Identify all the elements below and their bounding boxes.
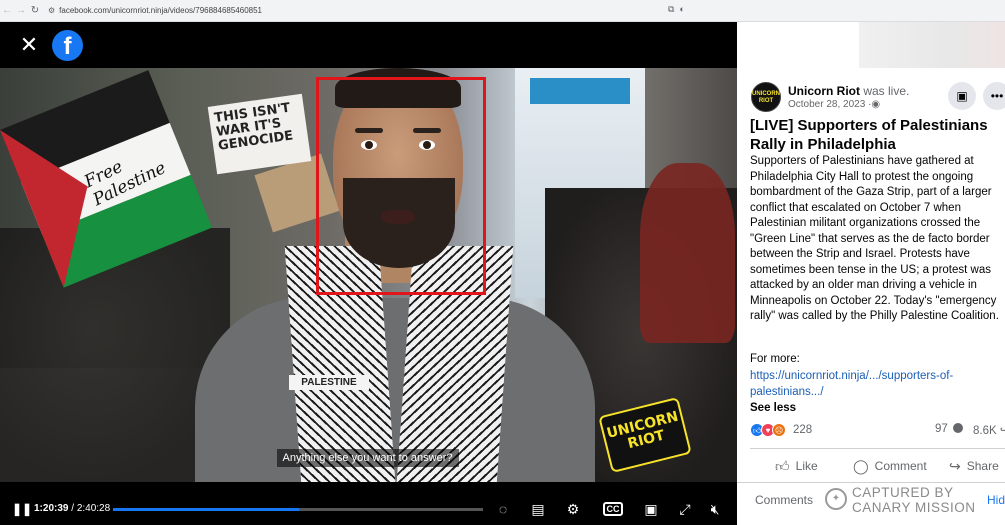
post-title: [LIVE] Supporters of Palestinians Rally … xyxy=(750,117,988,153)
more-options-icon[interactable]: ••• xyxy=(983,82,1005,110)
comment-count-value: 97 xyxy=(935,423,948,435)
forward-icon[interactable]: → xyxy=(14,5,28,16)
closed-captions-button[interactable]: CC xyxy=(603,502,623,516)
avatar-text-1: UNICORN xyxy=(752,91,780,97)
blurred-header-area xyxy=(859,22,1005,68)
picture-in-picture-icon[interactable]: ▣ xyxy=(640,498,662,520)
for-more-label: For more: xyxy=(750,353,800,365)
comment-button[interactable]: ◯ Comment xyxy=(853,458,927,475)
caption-text: Anything else you want to answer? xyxy=(276,449,459,467)
facebook-logo-icon[interactable]: f xyxy=(52,30,83,61)
total-time: 2:40:28 xyxy=(76,503,111,514)
video-player[interactable]: ✕ f THIS ISN'T WAR IT'S GENOCIDE Free Pa… xyxy=(0,22,737,525)
share-label: Share xyxy=(966,459,999,473)
face-highlight-box xyxy=(316,77,486,295)
share-count-icon: ↪ xyxy=(999,425,1005,437)
reaction-count: 228 xyxy=(793,424,813,436)
mute-icon[interactable]: 🔇︎ xyxy=(704,498,726,520)
fullscreen-icon[interactable]: ⤢ xyxy=(674,498,696,520)
angry-reaction-icon: ☹ xyxy=(772,423,786,437)
comment-label: Comment xyxy=(874,459,927,473)
post-description: Supporters of Palestinians have gathered… xyxy=(750,155,999,322)
hidden-tab[interactable]: Hid xyxy=(987,493,1005,507)
close-icon[interactable]: ✕ xyxy=(18,34,40,56)
site-info-icon[interactable]: ⚙ xyxy=(48,6,55,15)
overlay-line-2: CANARY MISSION xyxy=(852,500,976,515)
time-display: 1:20:39 / 2:40:28 xyxy=(34,503,111,514)
like-button[interactable]: 👍︎ Like xyxy=(775,458,818,475)
chat-icon[interactable]: ◌ xyxy=(492,498,514,520)
live-status: was live. xyxy=(863,84,910,98)
post-date[interactable]: October 28, 2023 xyxy=(788,99,865,110)
canary-mission-overlay: ✦ CAPTURED BY CANARY MISSION xyxy=(825,484,1005,518)
reload-icon[interactable]: ↻ xyxy=(28,5,42,16)
save-video-icon[interactable]: ▣ xyxy=(948,82,976,110)
share-button[interactable]: ↪ Share xyxy=(949,458,999,475)
comment-bubble-icon xyxy=(953,423,963,433)
canary-seal-icon: ✦ xyxy=(825,488,847,510)
back-icon[interactable]: ← xyxy=(0,5,14,16)
comments-tab[interactable]: Comments xyxy=(755,493,813,507)
subtitle-caption: Anything else you want to answer? xyxy=(0,448,737,467)
post-panel: UNICORN RIOT Unicorn Riot was live. Octo… xyxy=(737,22,1005,525)
divider xyxy=(737,482,1005,483)
comment-icon: ◯ xyxy=(853,458,869,474)
pause-icon[interactable]: ❚❚ xyxy=(12,502,32,516)
address-field[interactable]: facebook.com/unicornriot.ninja/videos/79… xyxy=(59,6,262,15)
browser-url-bar: ← → ↻ ⚙ facebook.com/unicornriot.ninja/v… xyxy=(0,0,1005,22)
comment-count[interactable]: 97 xyxy=(935,423,963,435)
avatar[interactable]: UNICORN RIOT xyxy=(751,82,781,112)
thumbs-up-icon: 👍︎ xyxy=(775,458,790,474)
keffiyeh-text: PALESTINE xyxy=(289,375,369,390)
like-label: Like xyxy=(795,459,818,473)
share-count[interactable]: 8.6K ↪ xyxy=(973,423,1005,437)
browser-extension-icons[interactable]: ⧉ ◐ xyxy=(668,4,685,15)
author-name[interactable]: Unicorn Riot xyxy=(788,84,860,98)
clip-icon[interactable]: ▤ xyxy=(527,498,549,520)
share-count-value: 8.6K xyxy=(973,425,997,437)
overlay-line-1: CAPTURED BY xyxy=(852,485,954,500)
post-link[interactable]: https://unicornriot.ninja/.../supporters… xyxy=(750,369,1000,400)
current-time: 1:20:39 xyxy=(34,503,69,514)
globe-icon: ·◉ xyxy=(868,99,881,110)
settings-gear-icon[interactable]: ⚙ xyxy=(562,498,584,520)
post-date-line: October 28, 2023 ·◉ xyxy=(788,99,880,110)
avatar-text-2: RIOT xyxy=(758,98,774,104)
reactions-summary[interactable]: 👍︎ ♥ ☹ 228 xyxy=(750,422,812,438)
post-author-line: Unicorn Riot was live. xyxy=(788,84,909,98)
see-less-button[interactable]: See less xyxy=(750,402,796,414)
background-person xyxy=(640,163,735,343)
divider xyxy=(750,448,1005,449)
video-controls: ❚❚ 1:20:39 / 2:40:28 ◌ ▤ ⚙ CC ▣ ⤢ 🔇︎ xyxy=(0,492,737,525)
post-actions: 👍︎ Like ◯ Comment ↪ Share xyxy=(737,455,1005,479)
share-icon: ↪ xyxy=(949,458,961,474)
